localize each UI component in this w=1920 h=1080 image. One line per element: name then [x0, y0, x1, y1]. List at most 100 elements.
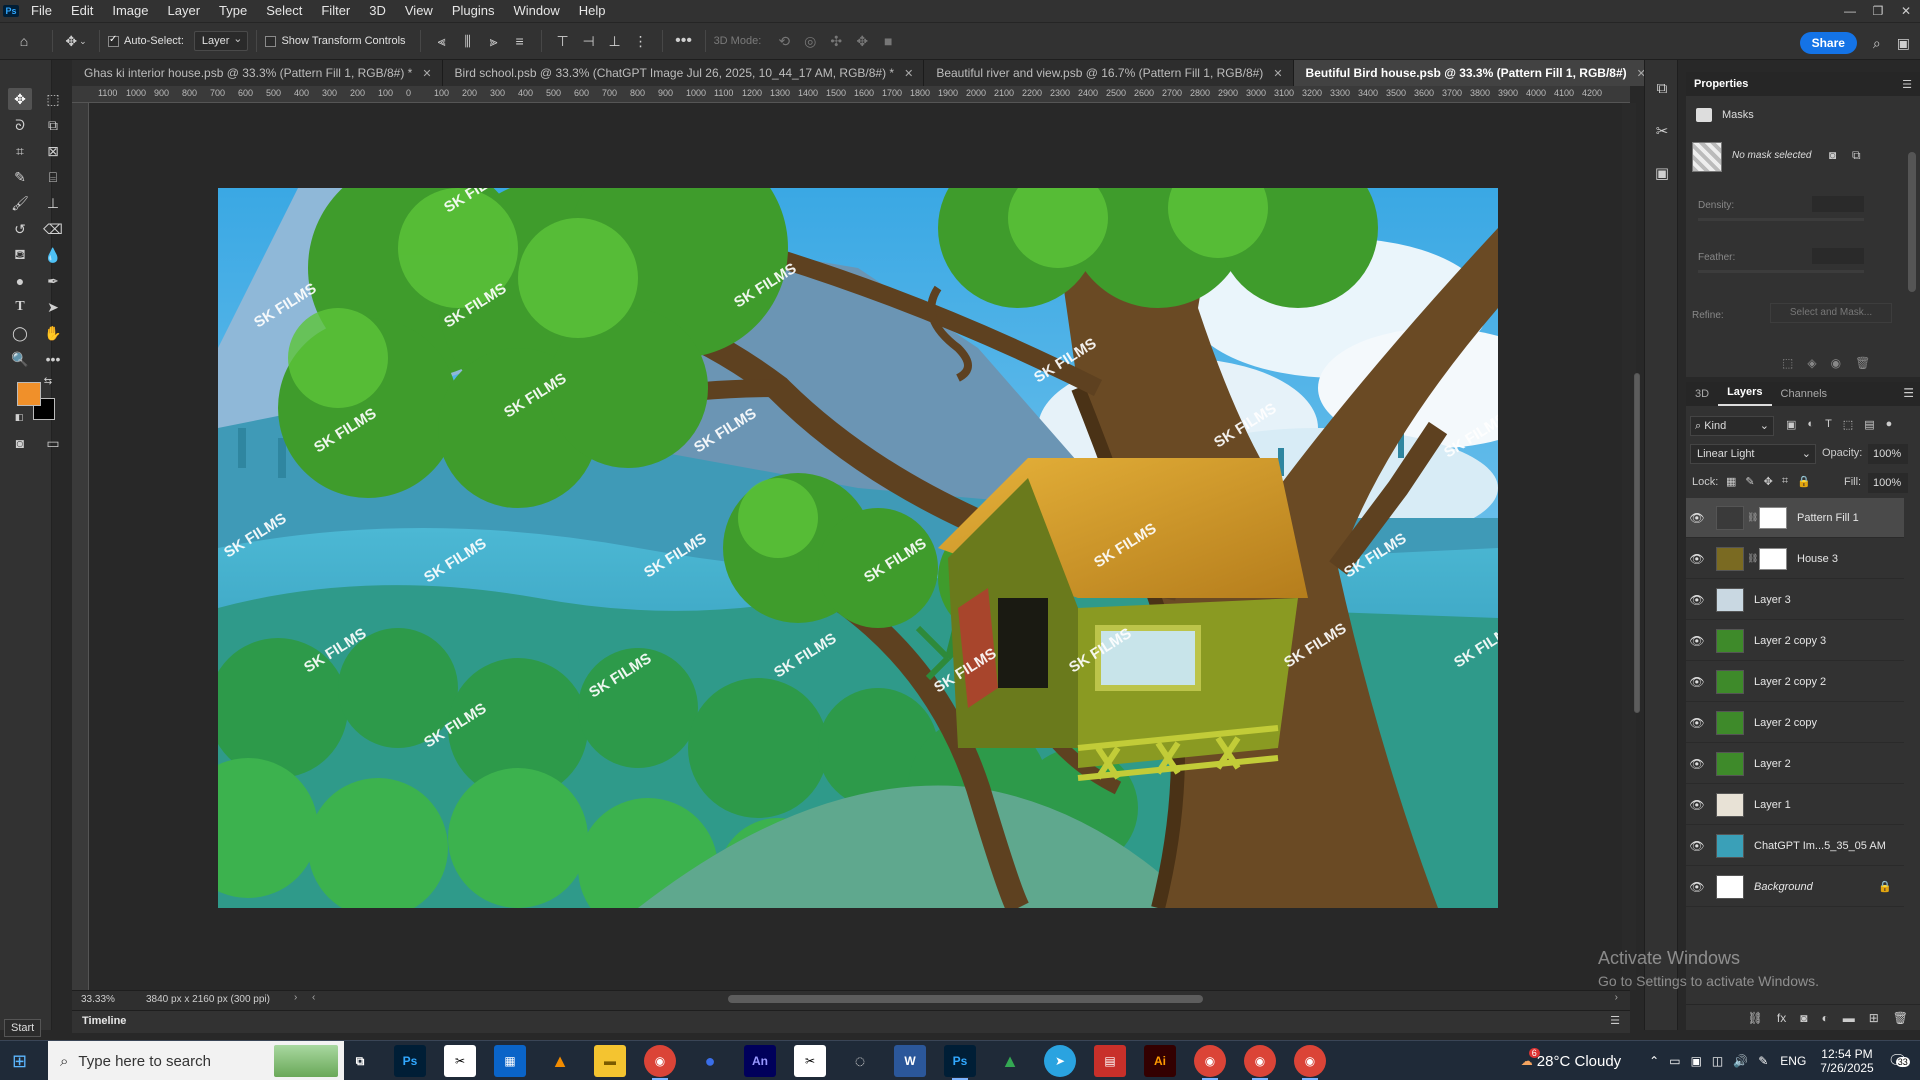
layer-row[interactable]: 👁 ChatGPT Im...5_35_05 AM	[1686, 826, 1904, 866]
properties-scrollbar[interactable]	[1908, 152, 1916, 292]
layer-mask-thumbnail[interactable]	[1759, 506, 1787, 529]
add-pixel-mask-icon[interactable]: ◙	[1829, 148, 1836, 162]
pen-menu-icon[interactable]: ✎	[1758, 1054, 1768, 1068]
add-mask-icon[interactable]: ◙	[1800, 1011, 1807, 1025]
menu-image[interactable]: Image	[103, 0, 158, 22]
fill-field[interactable]: 100%	[1868, 473, 1908, 493]
quick-mask-icon[interactable]: ◙	[8, 432, 32, 454]
add-vector-mask-icon[interactable]: ⧉	[1852, 148, 1861, 163]
align-center-icon[interactable]: ⫼	[455, 29, 481, 53]
move-tool-preset-icon[interactable]: ✥ ⌄	[61, 29, 91, 53]
visibility-eye-icon[interactable]: 👁	[1686, 593, 1708, 607]
telegram-icon[interactable]: ➤	[1044, 1045, 1076, 1077]
document-tab[interactable]: Bird school.psb @ 33.3% (ChatGPT Image J…	[442, 60, 925, 86]
layer-row[interactable]: 👁 Layer 1	[1686, 785, 1904, 825]
delete-layer-icon[interactable]: 🗑	[1893, 1011, 1908, 1025]
more-tools-icon[interactable]: •••	[41, 348, 65, 370]
learn-panel-icon[interactable]: ⧉	[1652, 80, 1672, 100]
lock-position-icon[interactable]: ✥	[1764, 475, 1773, 488]
vlc-icon[interactable]: ▲	[544, 1045, 576, 1077]
panel-tab-layers[interactable]: Layers	[1718, 380, 1772, 406]
select-and-mask-button[interactable]: Select and Mask...	[1770, 303, 1892, 323]
eraser-tool-icon[interactable]: ⌫	[41, 218, 65, 240]
delete-mask-icon[interactable]: 🗑	[1855, 356, 1870, 370]
type-tool-icon[interactable]: T	[8, 296, 32, 318]
timeline-menu-icon[interactable]: ☰	[1610, 1014, 1620, 1027]
weather-icon[interactable]: ☁ 6	[1521, 1048, 1540, 1068]
chrome-icon[interactable]: ◉	[644, 1045, 676, 1080]
canvas-artwork[interactable]: SK FILMS SK FILMS SK FILMS SK FILMS SK FILMS…	[218, 188, 1498, 908]
visibility-eye-icon[interactable]: 👁	[1686, 675, 1708, 689]
visibility-eye-icon[interactable]: 👁	[1686, 716, 1708, 730]
notifications-icon[interactable]: 🗨33	[1888, 1051, 1910, 1071]
home-icon[interactable]: ⌂	[4, 29, 44, 53]
auto-select-target-dropdown[interactable]: Layer	[193, 30, 249, 51]
blend-mode-dropdown[interactable]: Linear Light ⌄	[1690, 444, 1816, 464]
align-left-icon[interactable]: ⫷	[429, 29, 455, 53]
winrar-icon[interactable]: ▤	[1094, 1045, 1126, 1077]
menu-file[interactable]: File	[22, 0, 62, 22]
zoom-level[interactable]: 33.33%	[81, 994, 115, 1005]
shape-tool-icon[interactable]: ◯	[8, 322, 32, 344]
visibility-eye-icon[interactable]: 👁	[1686, 757, 1708, 771]
tool-presets-icon[interactable]: ✂	[1652, 122, 1672, 142]
show-transform-controls-checkbox[interactable]: Show Transform Controls	[265, 35, 406, 47]
chrome-profile-3-icon[interactable]: ◉	[1244, 1045, 1276, 1080]
more-options-icon[interactable]: •••	[671, 29, 697, 53]
pen-tool-icon[interactable]: ✒	[41, 270, 65, 292]
visibility-eye-icon[interactable]: 👁	[1686, 880, 1708, 894]
visibility-eye-icon[interactable]: 👁	[1686, 634, 1708, 648]
status-menu-icon[interactable]: ›	[294, 992, 297, 1003]
menu-view[interactable]: View	[396, 0, 443, 22]
menu-plugins[interactable]: Plugins	[443, 0, 505, 22]
properties-menu-icon[interactable]: ☰	[1902, 78, 1912, 91]
filter-pixel-icon[interactable]: ▣	[1786, 418, 1796, 431]
capcut-2-icon[interactable]: ✂	[794, 1045, 826, 1077]
eyedropper-tool-icon[interactable]: ✎	[8, 166, 32, 188]
load-selection-icon[interactable]: ⬚	[1782, 356, 1793, 370]
align-middle-icon[interactable]: ⊣	[576, 29, 602, 53]
menu-filter[interactable]: Filter	[312, 0, 360, 22]
layer-row[interactable]: 👁 Layer 2 copy 3	[1686, 621, 1904, 661]
google-drive-icon[interactable]: ▲	[994, 1045, 1026, 1077]
filter-shape-icon[interactable]: ⬚	[1843, 418, 1853, 431]
timeline-tab[interactable]: Timeline	[82, 1015, 126, 1027]
swap-colors-icon[interactable]: ⇆	[41, 374, 55, 388]
menu-3d[interactable]: 3D	[360, 0, 396, 22]
language-indicator[interactable]: ENG	[1780, 1054, 1806, 1068]
search-icon[interactable]: ⌕	[1873, 31, 1881, 55]
store-icon[interactable]: ▦	[494, 1045, 526, 1077]
minimize-icon[interactable]: —	[1836, 0, 1864, 22]
align-top-icon[interactable]: ⊤	[550, 29, 576, 53]
vertical-scroll-thumb[interactable]	[1634, 373, 1640, 713]
lasso-tool-icon[interactable]: ᘐ	[8, 114, 32, 136]
feather-slider[interactable]	[1698, 270, 1864, 273]
apply-mask-icon[interactable]: ◈	[1807, 356, 1816, 370]
menu-type[interactable]: Type	[210, 0, 257, 22]
filter-smart-icon[interactable]: ▤	[1864, 418, 1874, 431]
new-group-icon[interactable]: ▬	[1843, 1011, 1855, 1025]
visibility-eye-icon[interactable]: 👁	[1686, 552, 1708, 566]
network-device-icon[interactable]: ▭	[1669, 1054, 1680, 1068]
new-layer-icon[interactable]: ⊞	[1869, 1011, 1879, 1025]
distribute-icon[interactable]: ≡	[507, 29, 533, 53]
filter-kind-dropdown[interactable]: ⌕ Kind ⌄	[1690, 416, 1774, 436]
illustrator-icon[interactable]: Ai	[1144, 1045, 1176, 1077]
document-tab[interactable]: Beutiful Bird house.psb @ 33.3% (Pattern…	[1293, 60, 1657, 86]
align-bottom-icon[interactable]: ⊥	[602, 29, 628, 53]
close-tab-icon[interactable]: ✕	[904, 67, 913, 80]
mask-link-icon[interactable]: ⛓	[1747, 512, 1758, 523]
davinci-icon[interactable]: ◌	[844, 1045, 876, 1077]
disable-mask-icon[interactable]: ◉	[1831, 356, 1841, 370]
menu-select[interactable]: Select	[257, 0, 312, 22]
density-slider[interactable]	[1698, 218, 1864, 221]
visibility-eye-icon[interactable]: 👁	[1686, 511, 1708, 525]
firefox-icon[interactable]: ●	[694, 1045, 726, 1077]
density-field[interactable]	[1812, 196, 1864, 212]
layer-row[interactable]: 👁 ⛓ Pattern Fill 1	[1686, 498, 1904, 538]
menu-help[interactable]: Help	[570, 0, 616, 22]
animate-icon[interactable]: An	[744, 1045, 776, 1077]
chrome-profile-4-icon[interactable]: ◉	[1294, 1045, 1326, 1080]
paint-bucket-icon[interactable]: ⛾	[8, 244, 32, 266]
panel-tab-channels[interactable]: Channels	[1772, 382, 1836, 406]
